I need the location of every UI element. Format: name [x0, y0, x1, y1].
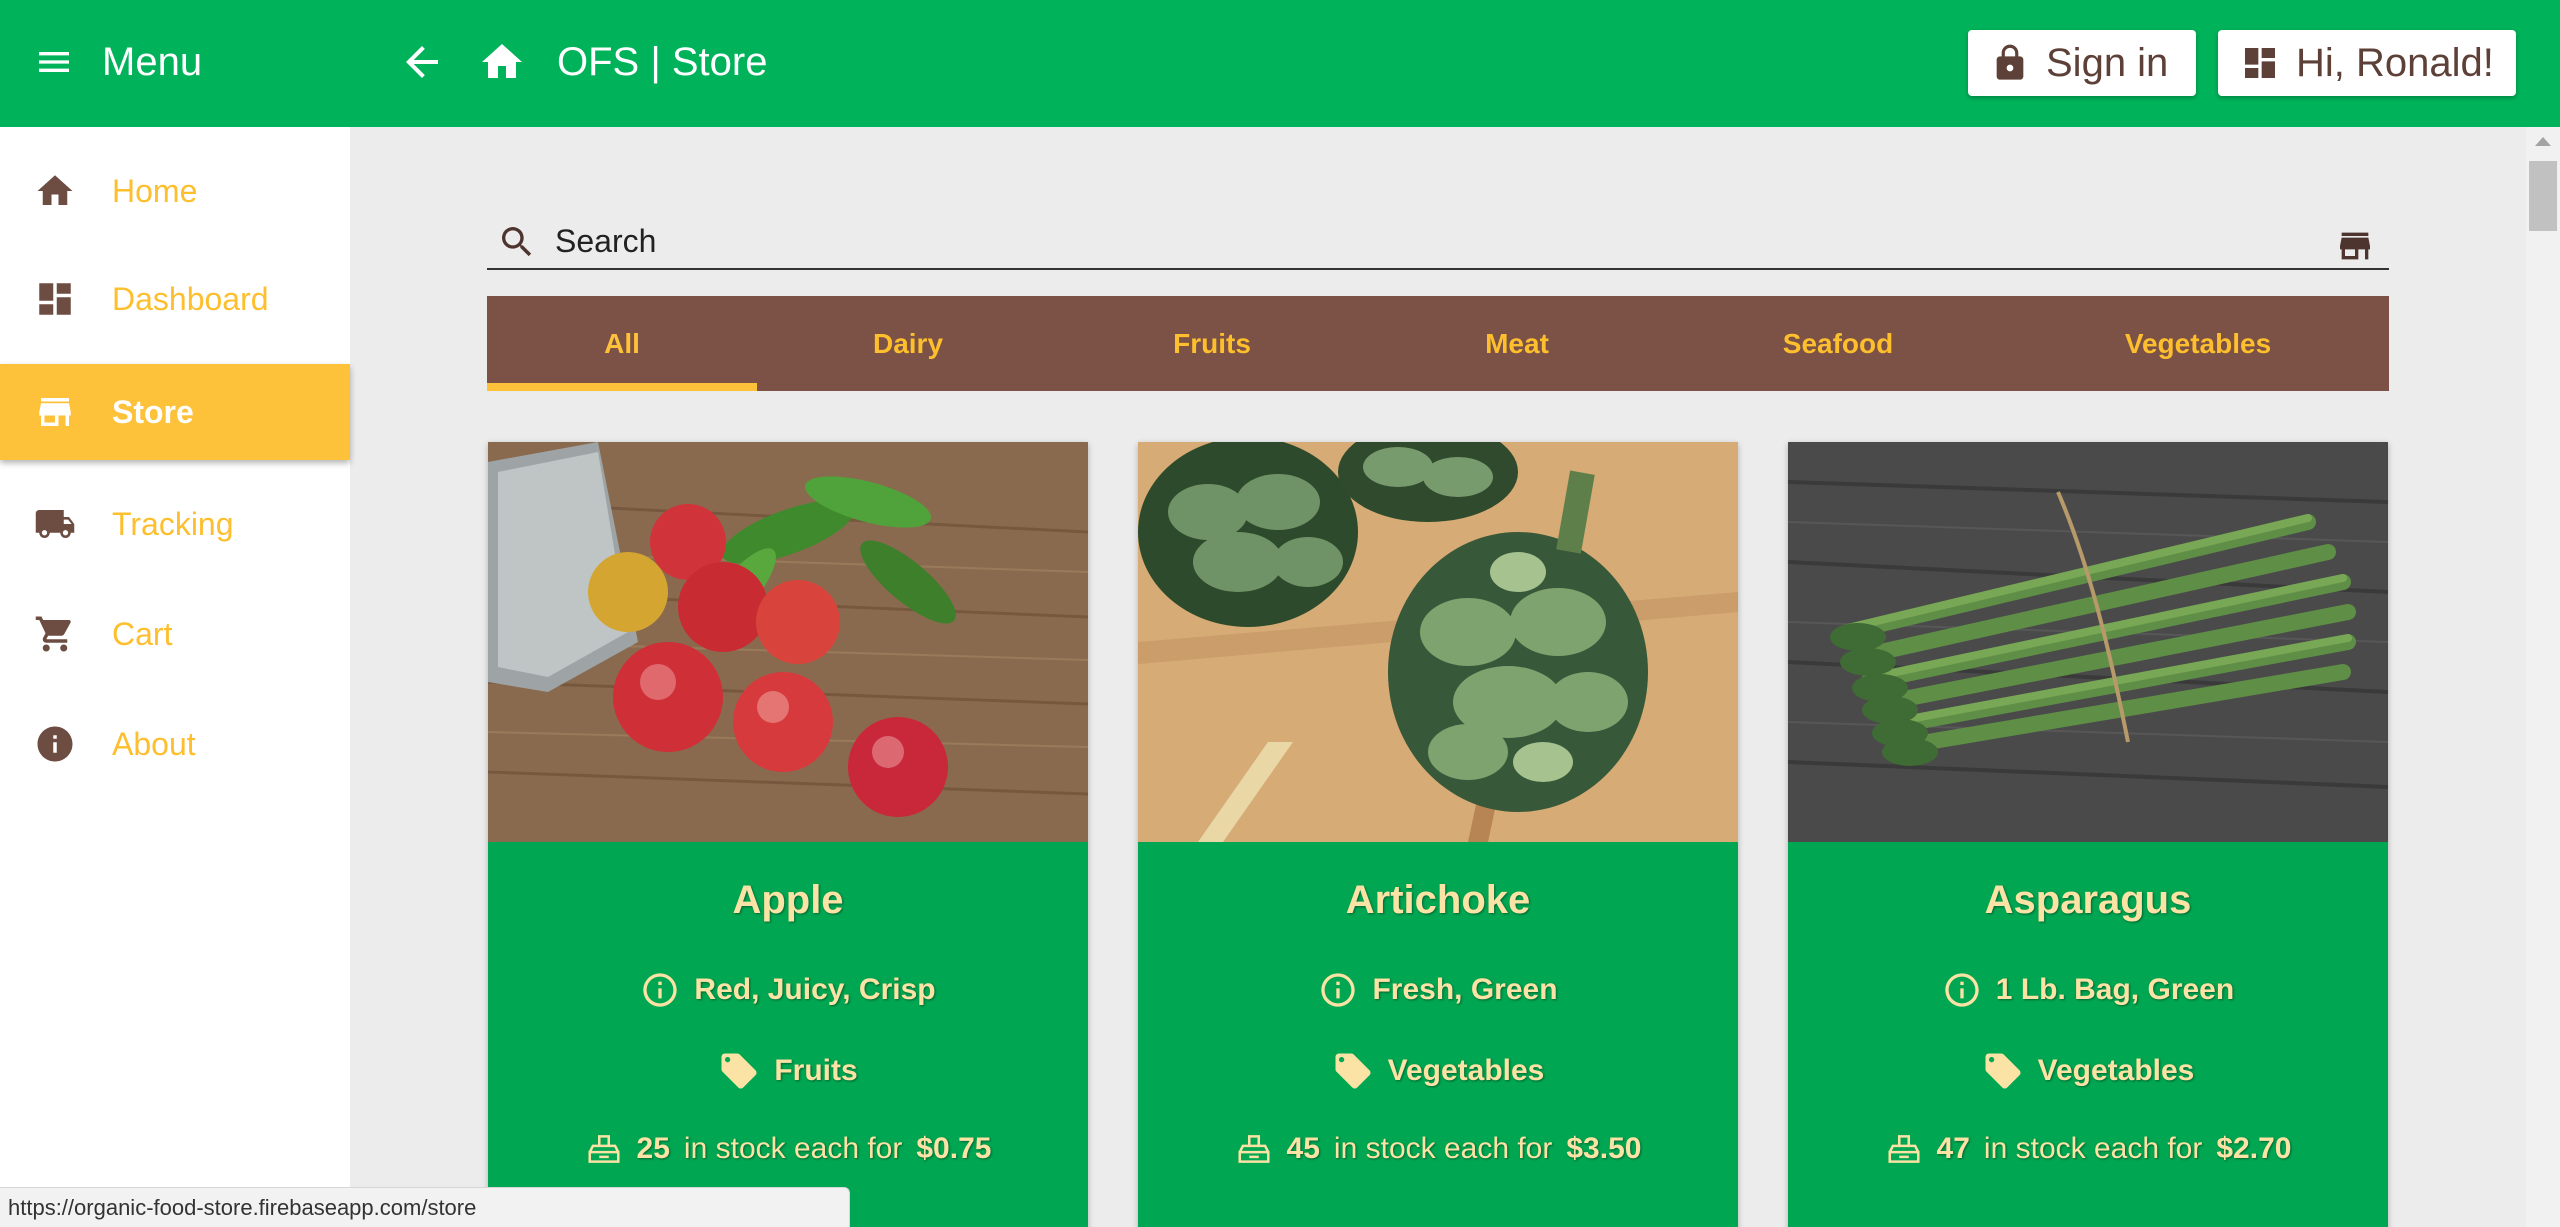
- sign-in-button[interactable]: Sign in: [1968, 30, 2196, 96]
- back-button[interactable]: [398, 38, 446, 86]
- info-outline-icon: [1945, 973, 1979, 1007]
- sidebar-item-label: Store: [112, 393, 194, 430]
- product-name: Apple: [732, 878, 844, 922]
- page-title: OFS | Store: [557, 40, 768, 84]
- category-text: Vegetables: [2037, 1054, 2195, 1087]
- inventory-boxes-icon: [1888, 1135, 1920, 1163]
- sidebar-item-label: Home: [112, 172, 198, 209]
- home-icon: [482, 44, 522, 78]
- inventory-boxes-icon: [588, 1135, 620, 1163]
- sidebar-item-about[interactable]: About: [0, 696, 350, 792]
- stock-text: in stock each for: [1983, 1132, 2203, 1165]
- product-price: $3.50: [1566, 1132, 1642, 1165]
- product-price: $2.70: [2216, 1132, 2292, 1165]
- product-name: Artichoke: [1345, 878, 1531, 922]
- sidebar-item-cart[interactable]: Cart: [0, 586, 350, 682]
- dashboard-icon: [39, 283, 71, 315]
- tab-fruits[interactable]: Fruits: [1059, 296, 1365, 391]
- sidebar-item-label: Dashboard: [112, 280, 269, 317]
- product-card-apple[interactable]: Apple Red, Juicy, Crisp Fruits 25 in sto…: [488, 442, 1088, 1227]
- scroll-up-arrow-icon[interactable]: [2535, 137, 2551, 146]
- product-category: Vegetables: [1788, 1050, 2388, 1092]
- product-stock-price: 45 in stock each for $3.50: [1138, 1130, 1738, 1168]
- tab-all[interactable]: All: [487, 296, 757, 391]
- sidebar-item-store[interactable]: Store: [0, 364, 350, 460]
- store-icon[interactable]: [2335, 226, 2375, 266]
- sidebar-item-label: Cart: [112, 615, 173, 652]
- product-card-asparagus[interactable]: Asparagus 1 Lb. Bag, Green Vegetables 47…: [1788, 442, 2388, 1227]
- category-text: Fruits: [774, 1054, 858, 1087]
- category-text: Vegetables: [1387, 1054, 1545, 1087]
- dashboard-icon: [2245, 48, 2275, 78]
- product-stock-price: 47 in stock each for $2.70: [1788, 1130, 2388, 1168]
- inventory-boxes-icon: [1238, 1135, 1270, 1163]
- info-outline-icon: [1321, 973, 1356, 1007]
- stock-text: in stock each for: [1333, 1132, 1553, 1165]
- cart-icon: [35, 616, 71, 652]
- asparagus-product-image: [1788, 442, 2388, 842]
- stock-text: in stock each for: [683, 1132, 903, 1165]
- tag-icon: [721, 1053, 757, 1089]
- apple-product-image: [488, 442, 1088, 842]
- product-description: Red, Juicy, Crisp: [488, 970, 1088, 1010]
- arrow-back-icon: [406, 46, 438, 78]
- sidebar-item-label: Tracking: [112, 505, 234, 542]
- store-icon: [39, 398, 71, 426]
- truck-icon: [35, 510, 75, 538]
- sidebar-item-label: About: [112, 725, 196, 762]
- info-icon: [37, 726, 73, 762]
- tab-seafood[interactable]: Seafood: [1669, 296, 2007, 391]
- category-tabs: All Dairy Fruits Meat Seafood Vegetables: [487, 296, 2389, 391]
- tab-dairy[interactable]: Dairy: [757, 296, 1059, 391]
- sidebar-item-tracking[interactable]: Tracking: [0, 476, 350, 572]
- search-icon: [502, 227, 532, 257]
- search-bar: [487, 210, 2389, 270]
- user-greeting: Hi, Ronald!: [2296, 40, 2494, 85]
- home-icon: [37, 175, 73, 205]
- tag-icon: [1985, 1053, 2021, 1089]
- vertical-scrollbar[interactable]: [2526, 127, 2560, 1227]
- product-price: $0.75: [916, 1132, 992, 1165]
- scrollbar-thumb[interactable]: [2529, 161, 2557, 231]
- product-name: Asparagus: [1984, 878, 2192, 922]
- description-text: 1 Lb. Bag, Green: [1995, 973, 2235, 1006]
- tab-meat[interactable]: Meat: [1365, 296, 1669, 391]
- product-category: Fruits: [488, 1050, 1088, 1092]
- search-input[interactable]: [555, 218, 2255, 264]
- tag-icon: [1335, 1053, 1371, 1089]
- top-app-bar: Menu OFS | Store Sign in Hi, Ronald!: [0, 0, 2560, 127]
- product-card-artichoke[interactable]: Artichoke Fresh, Green Vegetables 45 in …: [1138, 442, 1738, 1227]
- menu-label: Menu: [102, 39, 203, 84]
- artichoke-product-image: [1138, 442, 1738, 842]
- status-bar-url: https://organic-food-store.firebaseapp.c…: [0, 1187, 850, 1227]
- description-text: Fresh, Green: [1372, 973, 1558, 1006]
- home-button[interactable]: [478, 38, 526, 86]
- product-category: Vegetables: [1138, 1050, 1738, 1092]
- menu-button[interactable]: Menu: [34, 34, 202, 90]
- tab-vegetables[interactable]: Vegetables: [2007, 296, 2389, 391]
- lock-icon: [1996, 44, 2024, 80]
- info-outline-icon: [643, 973, 678, 1007]
- sidebar-item-home[interactable]: Home: [0, 143, 350, 239]
- user-dashboard-button[interactable]: Hi, Ronald!: [2218, 30, 2516, 96]
- description-text: Red, Juicy, Crisp: [694, 973, 936, 1006]
- product-description: Fresh, Green: [1138, 970, 1738, 1010]
- sign-in-label: Sign in: [2046, 40, 2169, 85]
- stock-count: 25: [636, 1132, 670, 1165]
- stock-count: 47: [1936, 1132, 1970, 1165]
- sidebar-item-dashboard[interactable]: Dashboard: [0, 251, 350, 347]
- stock-count: 45: [1286, 1132, 1320, 1165]
- product-description: 1 Lb. Bag, Green: [1788, 970, 2388, 1010]
- sidebar: Home Dashboard Store Tracking Cart About: [0, 127, 350, 1227]
- hamburger-menu-icon: [39, 52, 69, 72]
- product-stock-price: 25 in stock each for $0.75: [488, 1130, 1088, 1168]
